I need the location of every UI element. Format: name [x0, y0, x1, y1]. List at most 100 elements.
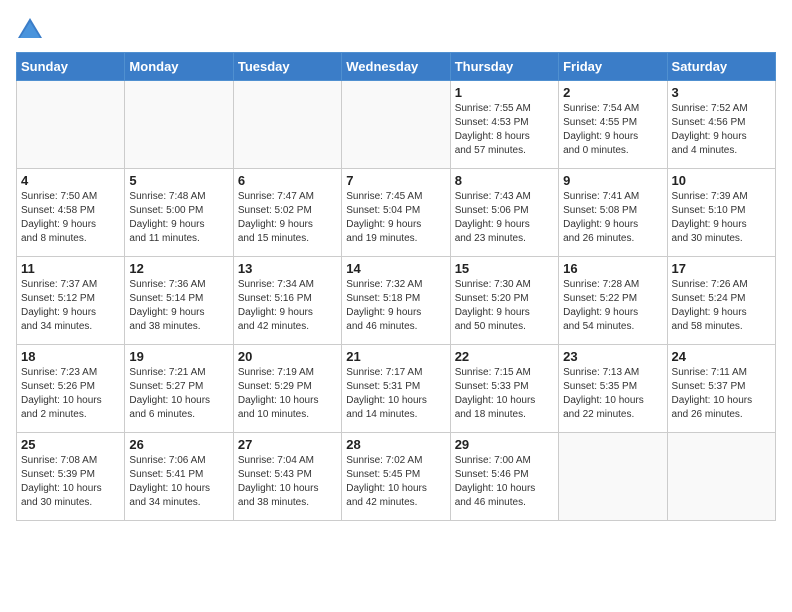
calendar-cell: 10 Sunrise: 7:39 AM Sunset: 5:10 PM Dayli…	[667, 169, 775, 257]
day-info: Sunrise: 7:39 AM Sunset: 5:10 PM Dayligh…	[672, 190, 771, 246]
day-number: 22	[455, 349, 554, 364]
day-info: Sunrise: 7:06 AM Sunset: 5:41 PM Dayligh…	[129, 454, 228, 510]
day-number: 7	[346, 173, 445, 188]
day-number: 17	[672, 261, 771, 276]
day-info: Sunrise: 7:19 AM Sunset: 5:29 PM Dayligh…	[238, 366, 337, 422]
day-info: Sunrise: 7:47 AM Sunset: 5:02 PM Dayligh…	[238, 190, 337, 246]
calendar-cell: 19 Sunrise: 7:21 AM Sunset: 5:27 PM Dayli…	[125, 345, 233, 433]
day-info: Sunrise: 7:55 AM Sunset: 4:53 PM Dayligh…	[455, 102, 554, 158]
day-number: 25	[21, 437, 120, 452]
day-number: 20	[238, 349, 337, 364]
day-info: Sunrise: 7:43 AM Sunset: 5:06 PM Dayligh…	[455, 190, 554, 246]
day-number: 18	[21, 349, 120, 364]
calendar-cell: 9 Sunrise: 7:41 AM Sunset: 5:08 PM Daylig…	[559, 169, 667, 257]
day-info: Sunrise: 7:30 AM Sunset: 5:20 PM Dayligh…	[455, 278, 554, 334]
day-info: Sunrise: 7:00 AM Sunset: 5:46 PM Dayligh…	[455, 454, 554, 510]
day-info: Sunrise: 7:48 AM Sunset: 5:00 PM Dayligh…	[129, 190, 228, 246]
calendar-cell: 3Sunrise: 7:52 AM Sunset: 4:56 PM Daylig…	[667, 81, 775, 169]
day-number: 4	[21, 173, 120, 188]
day-info: Sunrise: 7:21 AM Sunset: 5:27 PM Dayligh…	[129, 366, 228, 422]
day-number: 15	[455, 261, 554, 276]
calendar-cell: 18Sunrise: 7:23 AM Sunset: 5:26 PM Dayli…	[17, 345, 125, 433]
day-info: Sunrise: 7:02 AM Sunset: 5:45 PM Dayligh…	[346, 454, 445, 510]
day-info: Sunrise: 7:36 AM Sunset: 5:14 PM Dayligh…	[129, 278, 228, 334]
calendar-cell: 16Sunrise: 7:28 AM Sunset: 5:22 PM Dayli…	[559, 257, 667, 345]
calendar-cell: 14Sunrise: 7:32 AM Sunset: 5:18 PM Dayli…	[342, 257, 450, 345]
calendar-cell: 25Sunrise: 7:08 AM Sunset: 5:39 PM Dayli…	[17, 433, 125, 521]
day-number: 5	[129, 173, 228, 188]
col-header-tuesday: Tuesday	[233, 53, 341, 81]
day-number: 2	[563, 85, 662, 100]
week-row-4: 18Sunrise: 7:23 AM Sunset: 5:26 PM Dayli…	[17, 345, 776, 433]
calendar-cell: 13 Sunrise: 7:34 AM Sunset: 5:16 PM Dayli…	[233, 257, 341, 345]
day-info: Sunrise: 7:37 AM Sunset: 5:12 PM Dayligh…	[21, 278, 120, 334]
col-header-saturday: Saturday	[667, 53, 775, 81]
calendar-cell: 21 Sunrise: 7:17 AM Sunset: 5:31 PM Dayli…	[342, 345, 450, 433]
calendar-cell: 11 Sunrise: 7:37 AM Sunset: 5:12 PM Dayli…	[17, 257, 125, 345]
calendar-cell: 12 Sunrise: 7:36 AM Sunset: 5:14 PM Dayli…	[125, 257, 233, 345]
day-number: 23	[563, 349, 662, 364]
day-number: 29	[455, 437, 554, 452]
calendar-cell: 27Sunrise: 7:04 AM Sunset: 5:43 PM Dayli…	[233, 433, 341, 521]
day-info: Sunrise: 7:17 AM Sunset: 5:31 PM Dayligh…	[346, 366, 445, 422]
day-number: 9	[563, 173, 662, 188]
day-info: Sunrise: 7:34 AM Sunset: 5:16 PM Dayligh…	[238, 278, 337, 334]
calendar-cell	[559, 433, 667, 521]
calendar-cell: 8 Sunrise: 7:43 AM Sunset: 5:06 PM Daylig…	[450, 169, 558, 257]
logo-icon	[16, 16, 44, 44]
day-info: Sunrise: 7:41 AM Sunset: 5:08 PM Dayligh…	[563, 190, 662, 246]
col-header-friday: Friday	[559, 53, 667, 81]
day-number: 1	[455, 85, 554, 100]
calendar-cell	[17, 81, 125, 169]
col-header-thursday: Thursday	[450, 53, 558, 81]
calendar-cell: 29 Sunrise: 7:00 AM Sunset: 5:46 PM Dayli…	[450, 433, 558, 521]
day-info: Sunrise: 7:50 AM Sunset: 4:58 PM Dayligh…	[21, 190, 120, 246]
calendar-cell: 4 Sunrise: 7:50 AM Sunset: 4:58 PM Daylig…	[17, 169, 125, 257]
day-header-row: SundayMondayTuesdayWednesdayThursdayFrid…	[17, 53, 776, 81]
day-number: 6	[238, 173, 337, 188]
day-number: 24	[672, 349, 771, 364]
day-number: 13	[238, 261, 337, 276]
calendar-cell: 2 Sunrise: 7:54 AM Sunset: 4:55 PM Daylig…	[559, 81, 667, 169]
logo	[16, 16, 48, 44]
calendar-cell: 23 Sunrise: 7:13 AM Sunset: 5:35 PM Dayli…	[559, 345, 667, 433]
day-number: 21	[346, 349, 445, 364]
calendar-cell: 1 Sunrise: 7:55 AM Sunset: 4:53 PM Daylig…	[450, 81, 558, 169]
day-info: Sunrise: 7:45 AM Sunset: 5:04 PM Dayligh…	[346, 190, 445, 246]
calendar-cell	[125, 81, 233, 169]
col-header-sunday: Sunday	[17, 53, 125, 81]
calendar-cell: 7 Sunrise: 7:45 AM Sunset: 5:04 PM Daylig…	[342, 169, 450, 257]
calendar-cell: 26Sunrise: 7:06 AM Sunset: 5:41 PM Dayli…	[125, 433, 233, 521]
week-row-3: 11 Sunrise: 7:37 AM Sunset: 5:12 PM Dayli…	[17, 257, 776, 345]
col-header-wednesday: Wednesday	[342, 53, 450, 81]
week-row-1: 1 Sunrise: 7:55 AM Sunset: 4:53 PM Daylig…	[17, 81, 776, 169]
calendar-cell: 24 Sunrise: 7:11 AM Sunset: 5:37 PM Dayli…	[667, 345, 775, 433]
day-number: 19	[129, 349, 228, 364]
day-info: Sunrise: 7:13 AM Sunset: 5:35 PM Dayligh…	[563, 366, 662, 422]
calendar-cell: 22 Sunrise: 7:15 AM Sunset: 5:33 PM Dayli…	[450, 345, 558, 433]
week-row-2: 4 Sunrise: 7:50 AM Sunset: 4:58 PM Daylig…	[17, 169, 776, 257]
calendar-cell	[342, 81, 450, 169]
day-info: Sunrise: 7:26 AM Sunset: 5:24 PM Dayligh…	[672, 278, 771, 334]
day-info: Sunrise: 7:04 AM Sunset: 5:43 PM Dayligh…	[238, 454, 337, 510]
day-info: Sunrise: 7:54 AM Sunset: 4:55 PM Dayligh…	[563, 102, 662, 158]
page-header	[16, 16, 776, 44]
day-number: 16	[563, 261, 662, 276]
week-row-5: 25Sunrise: 7:08 AM Sunset: 5:39 PM Dayli…	[17, 433, 776, 521]
calendar-cell: 6 Sunrise: 7:47 AM Sunset: 5:02 PM Daylig…	[233, 169, 341, 257]
calendar-cell: 20 Sunrise: 7:19 AM Sunset: 5:29 PM Dayli…	[233, 345, 341, 433]
calendar-cell: 28Sunrise: 7:02 AM Sunset: 5:45 PM Dayli…	[342, 433, 450, 521]
day-info: Sunrise: 7:15 AM Sunset: 5:33 PM Dayligh…	[455, 366, 554, 422]
calendar-cell	[667, 433, 775, 521]
calendar-cell: 5 Sunrise: 7:48 AM Sunset: 5:00 PM Daylig…	[125, 169, 233, 257]
day-number: 10	[672, 173, 771, 188]
day-info: Sunrise: 7:11 AM Sunset: 5:37 PM Dayligh…	[672, 366, 771, 422]
day-number: 12	[129, 261, 228, 276]
calendar-cell: 17 Sunrise: 7:26 AM Sunset: 5:24 PM Dayli…	[667, 257, 775, 345]
calendar-cell: 15 Sunrise: 7:30 AM Sunset: 5:20 PM Dayli…	[450, 257, 558, 345]
day-number: 8	[455, 173, 554, 188]
day-number: 3	[672, 85, 771, 100]
col-header-monday: Monday	[125, 53, 233, 81]
day-info: Sunrise: 7:32 AM Sunset: 5:18 PM Dayligh…	[346, 278, 445, 334]
day-number: 11	[21, 261, 120, 276]
